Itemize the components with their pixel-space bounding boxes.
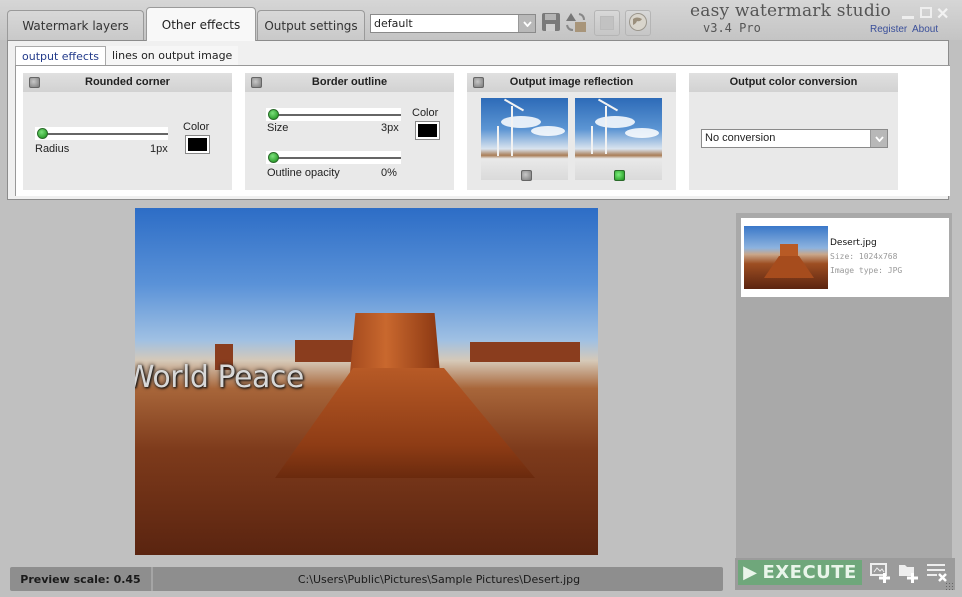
perspective-reflection-preview[interactable]: [575, 98, 662, 180]
preview-scale: Preview scale: 0.45: [10, 567, 153, 591]
register-link[interactable]: Register: [870, 24, 907, 35]
save-button[interactable]: [538, 10, 564, 36]
border-outline-card: Border outline Size 3px Outline opacity …: [245, 73, 454, 190]
reflection-title: Output image reflection: [509, 76, 634, 88]
rounded-corner-card: Rounded corner Radius 1px Color: [23, 73, 232, 190]
preset-value: default: [374, 17, 413, 30]
border-color-picker[interactable]: [415, 121, 440, 140]
reflection-card: Output image reflection: [467, 73, 676, 190]
import-export-icon: [564, 11, 588, 36]
maximize-icon: [920, 7, 932, 18]
file-path: C:\Users\Public\Pictures\Sample Pictures…: [297, 572, 581, 586]
border-color-label: Color: [412, 107, 439, 119]
size-value: 3px: [381, 122, 399, 134]
watermark-text-layer[interactable]: World Peace: [135, 360, 304, 395]
opacity-slider[interactable]: [266, 151, 401, 164]
app-version: v3.4 Pro: [703, 21, 761, 35]
rounded-color-label: Color: [183, 121, 210, 133]
file-list-item[interactable]: Desert.jpg Size: 1024x768 Image type: JP…: [741, 218, 949, 297]
radius-slider-knob[interactable]: [37, 128, 48, 139]
subtab-output-effects[interactable]: output effects: [15, 46, 106, 66]
import-export-button[interactable]: [563, 10, 589, 36]
tab-output-settings[interactable]: Output settings: [257, 10, 365, 40]
effects-panel: output effects lines on output image Rou…: [7, 40, 950, 200]
border-outline-toggle[interactable]: [251, 77, 262, 88]
radius-label: Radius: [35, 143, 70, 155]
rounded-color-picker[interactable]: [185, 135, 210, 154]
radius-value: 1px: [150, 143, 168, 155]
tab-watermark-layers[interactable]: Watermark layers: [7, 10, 144, 40]
color-conversion-card: Output color conversion No conversion: [689, 73, 898, 190]
file-name: Desert.jpg: [830, 238, 877, 248]
file-list-panel: Desert.jpg Size: 1024x768 Image type: JP…: [736, 213, 952, 558]
flat-reflection-radio[interactable]: [521, 170, 532, 181]
radius-slider[interactable]: [35, 127, 168, 140]
border-outline-header: Border outline: [245, 73, 454, 92]
color-conversion-title: Output color conversion: [729, 76, 858, 88]
close-icon: ✕: [936, 6, 950, 23]
file-type: Image type: JPG: [830, 266, 903, 275]
reflection-toggle[interactable]: [473, 77, 484, 88]
landscape-detail: [470, 342, 580, 362]
preset-select[interactable]: default: [370, 14, 536, 33]
blank-icon: [600, 16, 614, 30]
subtab-lines-on-output-image[interactable]: lines on output image: [106, 46, 239, 66]
action-bar: ▶ EXECUTE: [735, 558, 955, 590]
disabled-button[interactable]: [594, 10, 620, 36]
tab-other-effects[interactable]: Other effects: [146, 7, 256, 41]
about-link[interactable]: About: [912, 24, 938, 35]
close-button[interactable]: ✕: [936, 4, 949, 24]
color-conversion-select[interactable]: No conversion: [701, 129, 888, 148]
add-folder-button[interactable]: [898, 562, 920, 584]
file-size: Size: 1024x768: [830, 252, 898, 261]
title-bar: Watermark layers Other effects Output se…: [0, 0, 962, 41]
color-conversion-header: Output color conversion: [689, 73, 898, 92]
border-outline-title: Border outline: [311, 76, 388, 88]
opacity-slider-knob[interactable]: [268, 152, 279, 163]
reflection-header: Output image reflection: [467, 73, 676, 92]
size-slider-knob[interactable]: [268, 109, 279, 120]
file-thumbnail: [744, 226, 828, 289]
flat-reflection-preview[interactable]: [481, 98, 568, 180]
minimize-button[interactable]: [902, 4, 914, 19]
save-icon: [541, 12, 561, 35]
rounded-corner-toggle[interactable]: [29, 77, 40, 88]
clear-list-button[interactable]: [926, 562, 948, 584]
status-bar: Preview scale: 0.45 C:\Users\Public\Pict…: [10, 567, 723, 591]
landscape-slope: [275, 368, 535, 478]
color-conversion-value: No conversion: [705, 132, 776, 144]
size-label: Size: [267, 122, 289, 134]
rounded-color-swatch: [188, 138, 207, 151]
add-folder-icon: [898, 561, 920, 586]
size-slider[interactable]: [266, 108, 401, 121]
execute-button[interactable]: ▶ EXECUTE: [738, 560, 862, 585]
chevron-down-icon[interactable]: [870, 130, 887, 147]
execute-label: EXECUTE: [762, 562, 857, 583]
rounded-corner-header: Rounded corner: [23, 73, 232, 92]
web-button[interactable]: [625, 10, 651, 36]
chevron-down-icon[interactable]: [518, 15, 535, 32]
landscape-mesa: [350, 313, 440, 373]
resize-grip[interactable]: [945, 582, 955, 590]
landscape-detail: [295, 340, 355, 362]
app-title: easy watermark studio: [690, 1, 891, 21]
globe-icon: [628, 12, 648, 35]
play-icon: ▶: [743, 562, 758, 583]
minimize-icon: [902, 16, 914, 19]
opacity-value: 0%: [381, 167, 397, 179]
rounded-corner-title: Rounded corner: [85, 76, 170, 88]
border-color-swatch: [418, 124, 437, 137]
opacity-label: Outline opacity: [267, 167, 340, 179]
image-preview[interactable]: World Peace: [135, 208, 598, 555]
perspective-reflection-radio[interactable]: [614, 170, 625, 181]
add-image-icon: [870, 561, 892, 586]
add-image-button[interactable]: [870, 562, 892, 584]
maximize-button[interactable]: [920, 7, 932, 18]
